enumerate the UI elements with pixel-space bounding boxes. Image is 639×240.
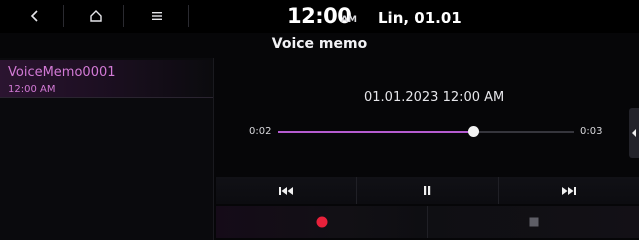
date[interactable]: Lin, 01.01: [378, 9, 462, 27]
caret-left-icon: [632, 129, 636, 137]
back-button[interactable]: [22, 6, 48, 26]
home-icon: [90, 10, 102, 22]
previous-icon: [279, 186, 294, 195]
next-button[interactable]: [498, 177, 639, 204]
record-icon: [316, 216, 327, 228]
memo-name: VoiceMemo0001: [8, 65, 116, 80]
record-controls: [216, 206, 639, 238]
memo-time: 12:00 AM: [8, 84, 56, 95]
next-icon: [561, 186, 576, 195]
progress-knob[interactable]: [468, 126, 480, 137]
progress-bar[interactable]: [278, 126, 574, 137]
stop-icon: [529, 217, 538, 227]
side-panel-handle[interactable]: [629, 108, 639, 158]
divider: [63, 5, 64, 27]
recording-datetime: 01.01.2023 12:00 AM: [364, 90, 505, 105]
memo-list: VoiceMemo0001 12:00 AM: [0, 58, 213, 240]
home-button[interactable]: [83, 6, 109, 26]
transport-controls: [216, 177, 639, 204]
record-button[interactable]: [216, 206, 428, 238]
pause-icon: [424, 186, 431, 195]
divider: [188, 5, 189, 27]
back-icon: [30, 10, 38, 22]
progress-fill: [278, 131, 474, 133]
stop-button[interactable]: [428, 206, 639, 238]
pause-button[interactable]: [357, 177, 499, 204]
total-duration: 0:03: [580, 126, 603, 137]
divider: [123, 5, 124, 27]
list-item[interactable]: VoiceMemo0001 12:00 AM: [0, 60, 213, 98]
page-title: Voice memo: [271, 36, 368, 52]
elapsed-time: 0:02: [249, 126, 272, 137]
menu-button[interactable]: [144, 6, 170, 26]
previous-button[interactable]: [216, 177, 358, 204]
menu-icon: [152, 12, 162, 20]
status-bar: 12:00 AM Lin, 01.01: [0, 0, 639, 33]
clock-ampm: AM: [341, 15, 357, 25]
panel-divider: [213, 58, 214, 240]
